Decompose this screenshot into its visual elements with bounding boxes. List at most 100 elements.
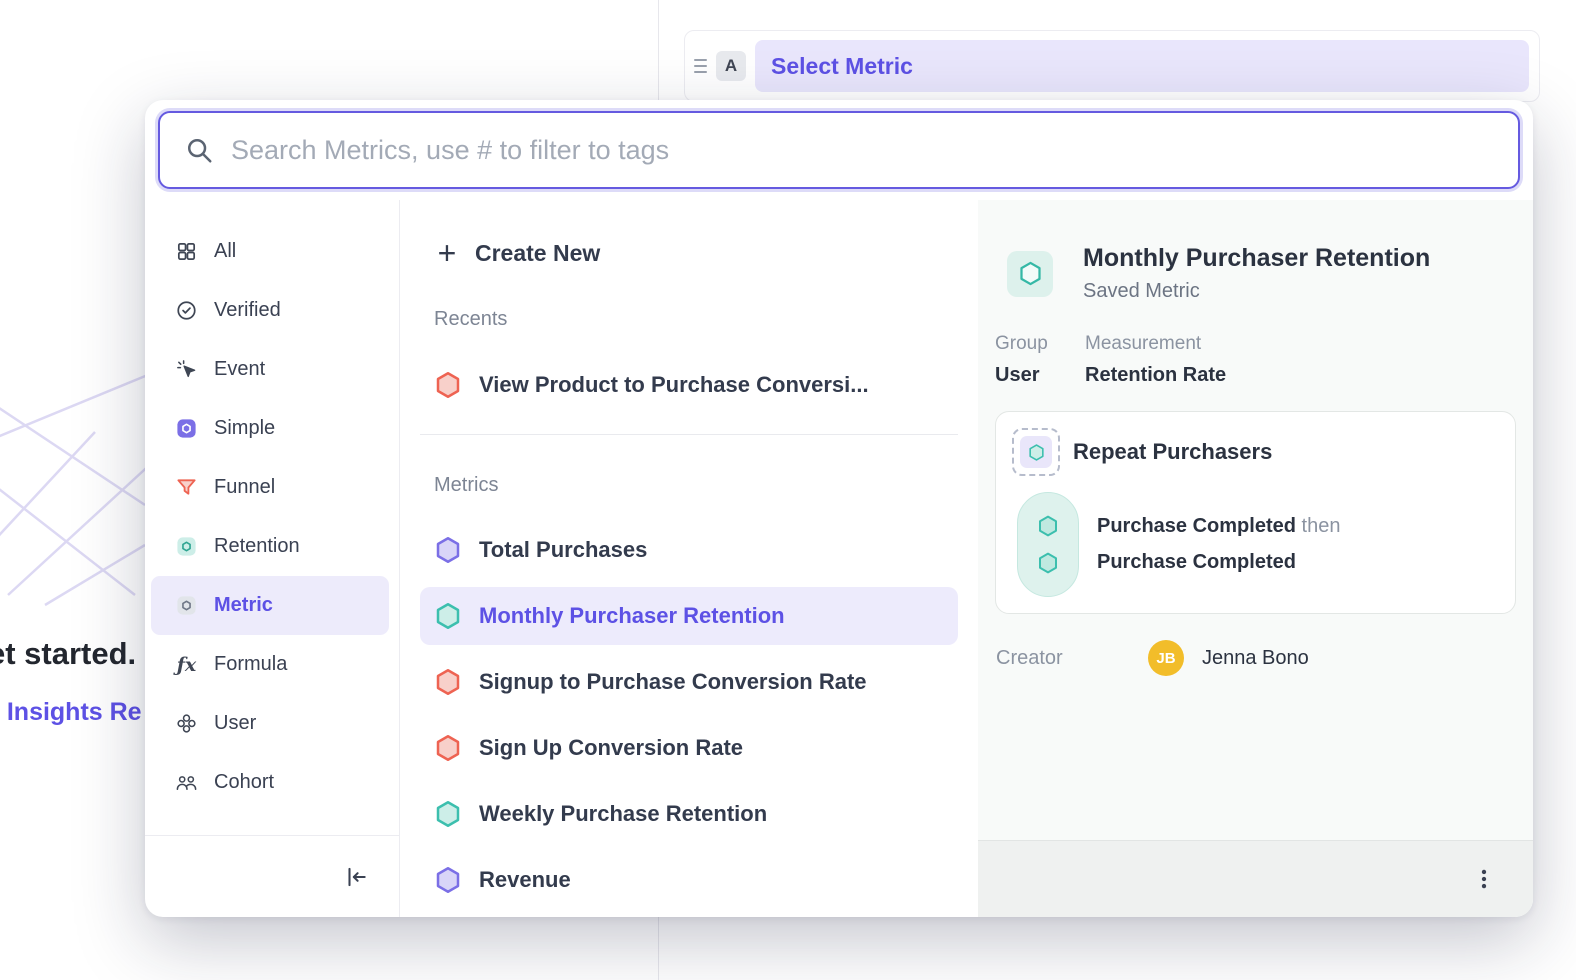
sidebar-item-label: User xyxy=(214,712,256,735)
metric-picker-modal: All Verified Event xyxy=(145,100,1533,917)
funnel-metric-icon xyxy=(433,667,463,697)
plus-icon: + xyxy=(434,237,460,269)
metric-item-signup-to-purchase-conversion-rate[interactable]: Signup to Purchase Conversion Rate xyxy=(420,653,958,711)
creator-row: Creator JB Jenna Bono xyxy=(996,640,1516,676)
step-hexagon-icon xyxy=(1036,551,1060,575)
collapse-sidebar-button[interactable] xyxy=(343,864,369,890)
section-divider xyxy=(420,434,958,435)
more-options-button[interactable] xyxy=(1471,866,1497,892)
sidebar-item-label: Formula xyxy=(214,653,287,676)
sidebar-item-metric[interactable]: Metric xyxy=(151,576,389,635)
formula-icon: ƒx xyxy=(175,654,198,676)
step-one: Purchase Completed then xyxy=(1097,515,1340,538)
group-value: User xyxy=(995,364,1085,387)
recent-item-label: View Product to Purchase Conversi... xyxy=(479,372,869,398)
measurement-label: Measurement xyxy=(1085,333,1226,355)
creator-avatar: JB xyxy=(1148,640,1184,676)
sidebar-item-cohort[interactable]: Cohort xyxy=(151,753,389,812)
metric-item-weekly-purchase-retention[interactable]: Weekly Purchase Retention xyxy=(420,785,958,843)
create-new-button[interactable]: + Create New xyxy=(420,226,958,280)
grid-icon xyxy=(175,240,198,263)
cohort-definition-icon xyxy=(1012,428,1060,476)
definition-steps: Purchase Completed then Purchase Complet… xyxy=(1012,492,1499,597)
metric-item-monthly-purchaser-retention[interactable]: Monthly Purchaser Retention xyxy=(420,587,958,645)
sidebar-item-label: Event xyxy=(214,358,265,381)
simple-metric-icon xyxy=(433,865,463,895)
recent-item-view-product-to-purchase[interactable]: View Product to Purchase Conversi... xyxy=(420,357,958,413)
funnel-metric-icon xyxy=(433,370,463,400)
sidebar-item-label: Funnel xyxy=(214,476,275,499)
picker-content: All Verified Event xyxy=(145,200,1533,917)
measurement-value: Retention Rate xyxy=(1085,364,1226,387)
step-connector: then xyxy=(1302,515,1341,537)
search-icon xyxy=(184,135,214,165)
metric-item-label: Total Purchases xyxy=(479,537,647,563)
preview-title: Monthly Purchaser Retention xyxy=(1083,244,1430,273)
collapse-left-icon xyxy=(343,864,369,890)
simple-metric-icon xyxy=(175,417,198,440)
measurement-column: Measurement Retention Rate xyxy=(1085,333,1226,387)
metric-item-total-purchases[interactable]: Total Purchases xyxy=(420,521,958,579)
sidebar-item-retention[interactable]: Retention xyxy=(151,517,389,576)
sidebar-item-verified[interactable]: Verified xyxy=(151,281,389,340)
funnel-icon xyxy=(175,476,198,499)
background-insights-link-fragment[interactable]: e Insights Re xyxy=(0,698,142,727)
metric-item-revenue[interactable]: Revenue xyxy=(420,851,958,909)
drag-handle-icon[interactable] xyxy=(694,59,707,73)
sidebar-item-funnel[interactable]: Funnel xyxy=(151,458,389,517)
metric-item-label: Monthly Purchaser Retention xyxy=(479,603,785,629)
event-cursor-icon xyxy=(175,358,198,381)
group-label: Group xyxy=(995,333,1085,355)
metric-query-row: A Select Metric xyxy=(684,30,1540,102)
sidebar-item-label: Retention xyxy=(214,535,300,558)
metric-item-label: Signup to Purchase Conversion Rate xyxy=(479,669,867,695)
creator-label: Creator xyxy=(996,647,1148,670)
step-lines: Purchase Completed then Purchase Complet… xyxy=(1097,492,1340,597)
select-metric-label: Select Metric xyxy=(771,53,913,80)
search-bar xyxy=(158,111,1520,189)
group-column: Group User xyxy=(995,333,1085,387)
sidebar-item-formula[interactable]: ƒx Formula xyxy=(151,635,389,694)
preview-info-row: Group User Measurement Retention Rate xyxy=(978,333,1533,387)
recents-section-label: Recents xyxy=(434,307,958,331)
sidebar-item-label: Metric xyxy=(214,594,273,617)
metric-hexagon-icon xyxy=(175,594,198,617)
metric-item-label: Weekly Purchase Retention xyxy=(479,801,767,827)
metric-preview-panel: Monthly Purchaser Retention Saved Metric… xyxy=(978,200,1533,917)
sidebar-item-label: All xyxy=(214,240,236,263)
metrics-list: Total Purchases Monthly Purchaser Retent… xyxy=(420,497,958,909)
sidebar-item-label: Cohort xyxy=(214,771,274,794)
background-heading-fragment: et started. xyxy=(0,636,136,672)
step-hexagon-icon xyxy=(1036,514,1060,538)
sidebar-item-simple[interactable]: Simple xyxy=(151,399,389,458)
metric-item-sign-up-conversion-rate[interactable]: Sign Up Conversion Rate xyxy=(420,719,958,777)
series-letter-badge: A xyxy=(716,51,746,81)
search-input[interactable] xyxy=(231,135,1494,166)
sidebar-item-user[interactable]: User xyxy=(151,694,389,753)
sidebar-item-label: Verified xyxy=(214,299,281,322)
sidebar-item-all[interactable]: All xyxy=(151,222,389,281)
retention-metric-icon xyxy=(433,601,463,631)
metric-item-label: Sign Up Conversion Rate xyxy=(479,735,743,761)
preview-title-block: Monthly Purchaser Retention Saved Metric xyxy=(1083,244,1430,303)
kebab-menu-icon xyxy=(1471,866,1497,892)
verified-badge-icon xyxy=(175,299,198,322)
funnel-metric-icon xyxy=(433,733,463,763)
steps-pill xyxy=(1017,492,1079,597)
select-metric-field[interactable]: Select Metric xyxy=(755,40,1529,92)
definition-header: Repeat Purchasers xyxy=(1012,428,1499,476)
metrics-section-label: Metrics xyxy=(434,473,958,497)
sidebar-item-event[interactable]: Event xyxy=(151,340,389,399)
filter-sidebar: All Verified Event xyxy=(145,200,400,917)
definition-title: Repeat Purchasers xyxy=(1073,439,1272,465)
metric-item-label: Revenue xyxy=(479,867,571,893)
cohort-people-icon xyxy=(175,771,198,794)
preview-header: Monthly Purchaser Retention Saved Metric xyxy=(978,200,1533,303)
retention-metric-icon xyxy=(175,535,198,558)
metric-list-column: + Create New Recents View Product to Pur… xyxy=(400,200,978,917)
creator-name: Jenna Bono xyxy=(1202,647,1309,670)
simple-metric-icon xyxy=(433,535,463,565)
sidebar-footer xyxy=(145,835,399,917)
metric-definition-card: Repeat Purchasers Purchase Completed the… xyxy=(995,411,1516,614)
user-flower-icon xyxy=(175,712,198,735)
